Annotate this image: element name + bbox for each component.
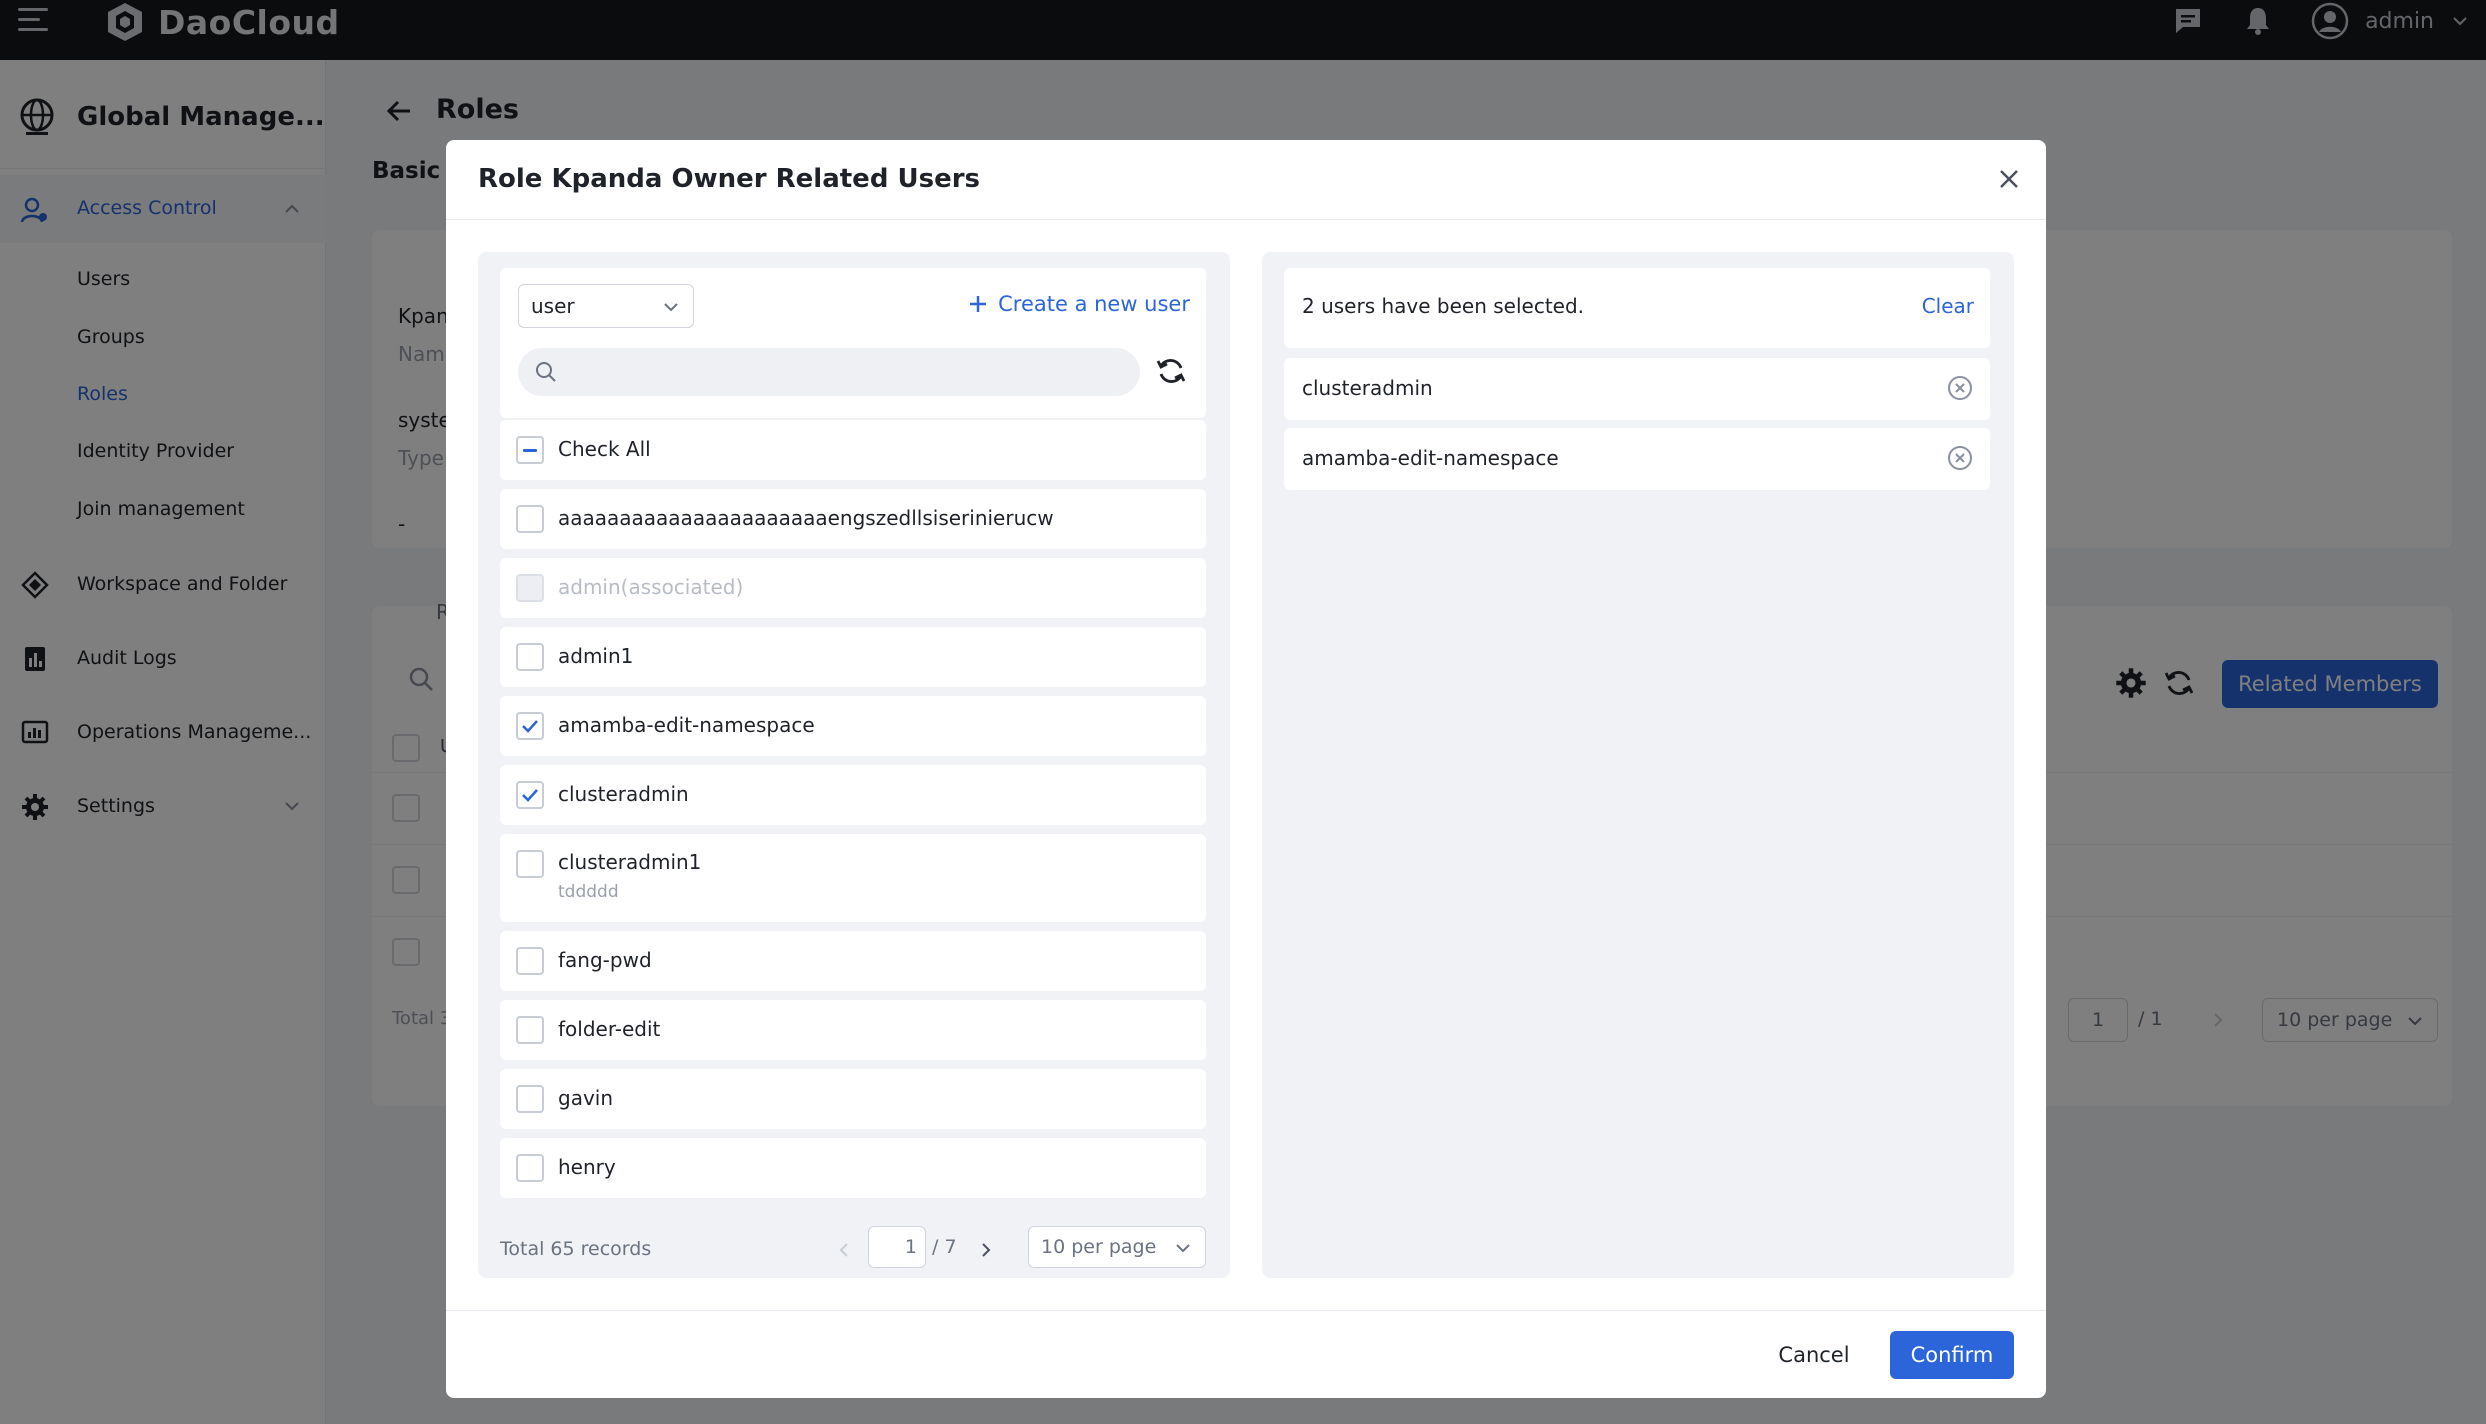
type-select[interactable]: user — [518, 284, 694, 328]
dialog-title: Role Kpanda Owner Related Users — [478, 164, 980, 194]
dialog-header: Role Kpanda Owner Related Users — [446, 140, 2046, 220]
chevron-right-icon[interactable] — [976, 1240, 996, 1260]
clear-button[interactable]: Clear — [1922, 294, 1974, 318]
chevron-down-icon — [1176, 1244, 1190, 1253]
user-name: aaaaaaaaaaaaaaaaaaaaaaengszedllsiserinie… — [558, 506, 1054, 530]
page-input[interactable]: 1 — [868, 1226, 926, 1268]
per-page-value: 10 per page — [1041, 1236, 1157, 1258]
remove-icon[interactable] — [1946, 444, 1974, 472]
selected-user-name: amamba-edit-namespace — [1302, 446, 1559, 470]
selected-user-name: clusteradmin — [1302, 376, 1433, 400]
cancel-button[interactable]: Cancel — [1764, 1331, 1864, 1379]
type-select-value: user — [531, 294, 575, 318]
list-item[interactable]: aaaaaaaaaaaaaaaaaaaaaaengszedllsiserinie… — [500, 489, 1206, 549]
checkbox[interactable] — [516, 712, 544, 740]
per-page-select[interactable]: 10 per page — [1028, 1226, 1206, 1268]
user-name: clusteradmin — [558, 782, 689, 806]
check-icon — [522, 789, 538, 802]
search-box — [518, 348, 1140, 396]
remove-icon[interactable] — [1946, 374, 1974, 402]
user-name: admin(associated) — [558, 575, 744, 599]
user-name: gavin — [558, 1086, 614, 1110]
user-name: amamba-edit-namespace — [558, 713, 815, 737]
checkbox[interactable] — [516, 1085, 544, 1113]
search-input[interactable] — [568, 348, 1128, 396]
check-all-checkbox[interactable] — [516, 436, 544, 464]
confirm-button[interactable]: Confirm — [1890, 1331, 2014, 1379]
list-item[interactable]: clusteradmin1 tddddd — [500, 834, 1206, 922]
selected-item: amamba-edit-namespace — [1284, 428, 1990, 490]
selected-count: 2 users have been selected. — [1302, 294, 1585, 318]
check-all-label: Check All — [558, 437, 651, 461]
user-picker-panel: user Create a new user Check All aaaaaaa… — [478, 252, 1230, 1278]
user-name: fang-pwd — [558, 948, 652, 972]
list-item[interactable]: henry — [500, 1138, 1206, 1198]
chevron-down-icon — [664, 303, 678, 312]
checkbox[interactable] — [516, 1016, 544, 1044]
checkbox[interactable] — [516, 781, 544, 809]
checkbox[interactable] — [516, 643, 544, 671]
list-item[interactable]: gavin — [500, 1069, 1206, 1129]
list-item[interactable]: folder-edit — [500, 1000, 1206, 1060]
selected-item: clusteradmin — [1284, 358, 1990, 420]
total-records: Total 65 records — [500, 1238, 652, 1260]
check-icon — [522, 720, 538, 733]
list-item[interactable]: fang-pwd — [500, 931, 1206, 991]
chevron-left-icon[interactable] — [834, 1240, 854, 1260]
checkbox — [516, 574, 544, 602]
list-item[interactable]: admin1 — [500, 627, 1206, 687]
related-users-dialog: Role Kpanda Owner Related Users user Cre… — [446, 140, 2046, 1398]
create-user-label: Create a new user — [998, 292, 1190, 316]
dialog-footer: Cancel Confirm — [446, 1310, 2046, 1398]
plus-icon — [970, 296, 987, 312]
user-name: admin1 — [558, 644, 634, 668]
page-total: / 7 — [932, 1236, 957, 1258]
list-item[interactable]: clusteradmin — [500, 765, 1206, 825]
check-all-row[interactable]: Check All — [500, 420, 1206, 480]
user-description: tddddd — [558, 882, 619, 902]
create-user-link[interactable]: Create a new user — [968, 292, 1190, 316]
search-icon — [536, 362, 556, 382]
user-name: clusteradmin1 — [558, 850, 702, 874]
list-item: admin(associated) — [500, 558, 1206, 618]
list-item[interactable]: amamba-edit-namespace — [500, 696, 1206, 756]
pagination: Total 65 records 1 / 7 10 per page — [478, 1218, 1230, 1278]
refresh-icon[interactable] — [1154, 354, 1188, 388]
checkbox[interactable] — [516, 505, 544, 533]
checkbox[interactable] — [516, 947, 544, 975]
close-icon[interactable] — [1994, 164, 2024, 194]
selected-summary: 2 users have been selected. Clear — [1284, 268, 1990, 348]
user-name: folder-edit — [558, 1017, 661, 1041]
filter-box: user Create a new user — [500, 268, 1206, 418]
user-name: henry — [558, 1155, 616, 1179]
checkbox[interactable] — [516, 1154, 544, 1182]
selected-users-panel: 2 users have been selected. Clear cluste… — [1262, 252, 2014, 1278]
checkbox[interactable] — [516, 850, 544, 878]
